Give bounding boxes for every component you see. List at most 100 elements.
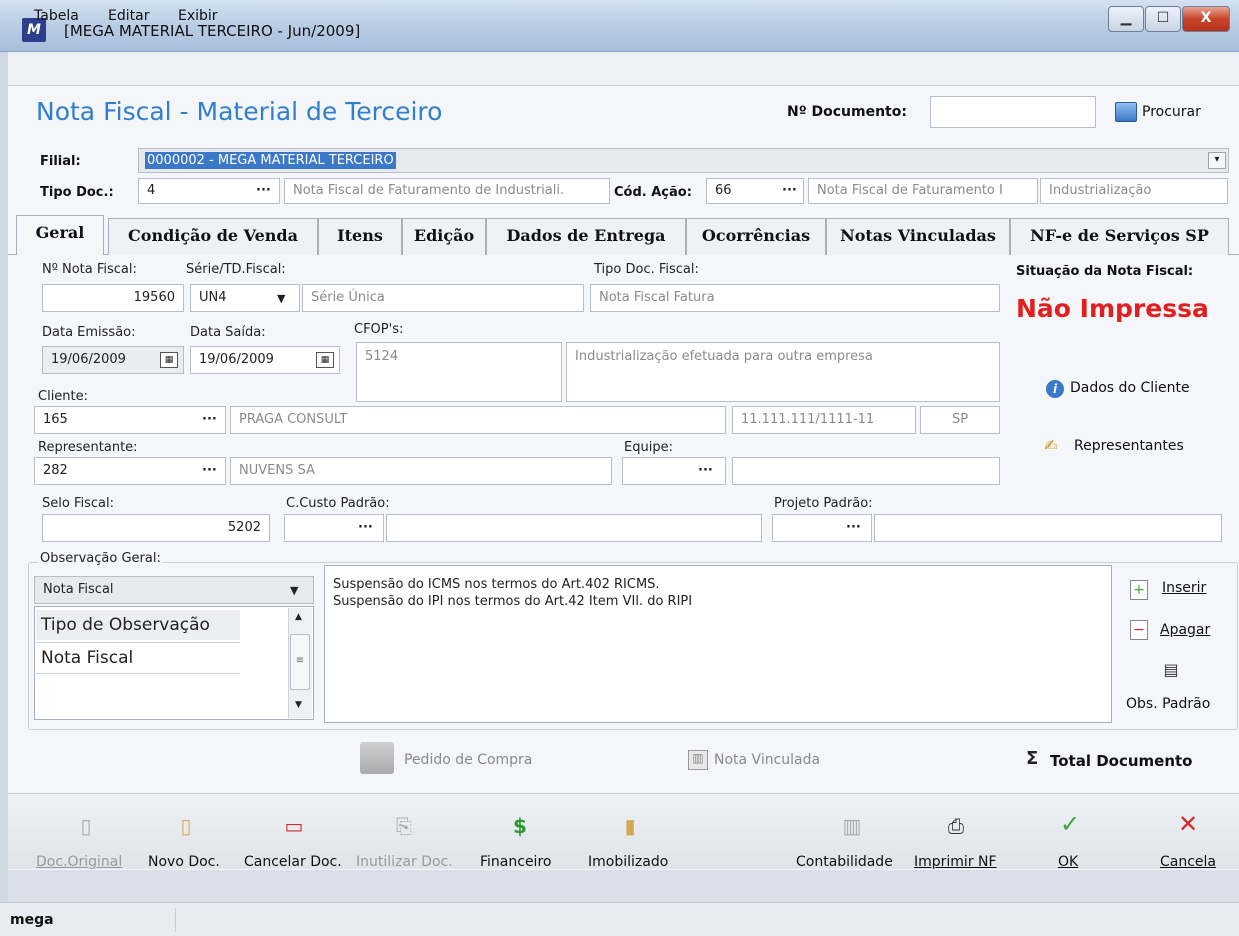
- observacao-label: Observação Geral:: [38, 551, 163, 566]
- tipo-doc-fiscal-label: Tipo Doc. Fiscal:: [594, 262, 699, 277]
- observacao-list-header: Tipo de Observação: [36, 610, 240, 640]
- data-saida-label: Data Saída:: [190, 325, 266, 340]
- selo-fiscal-input[interactable]: 5202: [42, 514, 270, 542]
- add-icon: +: [1130, 580, 1148, 600]
- tab-itens[interactable]: Itens: [318, 218, 402, 255]
- tipo-doc-fiscal-value: Nota Fiscal Fatura: [590, 284, 1000, 312]
- ok-button[interactable]: OK: [1058, 854, 1078, 870]
- data-emissao-label: Data Emissão:: [42, 325, 136, 340]
- obs-padrao-button[interactable]: Obs. Padrão: [1126, 696, 1210, 712]
- representante-code-input[interactable]: 282: [34, 457, 226, 485]
- representante-lookup-button[interactable]: ···: [202, 463, 217, 478]
- observacao-type-select[interactable]: Nota Fiscal: [34, 576, 314, 604]
- cod-acao-desc2: Industrialização: [1040, 178, 1228, 204]
- tipo-doc-desc: Nota Fiscal de Faturamento de Industrial…: [284, 178, 610, 204]
- doc-number-input[interactable]: [930, 96, 1096, 128]
- dados-cliente-button[interactable]: Dados do Cliente: [1070, 380, 1190, 396]
- observacao-type-value: Nota Fiscal: [43, 582, 114, 597]
- delete-icon: −: [1130, 620, 1148, 640]
- doc-original-icon: ▯: [80, 814, 92, 838]
- menu-exibir[interactable]: Exibir: [178, 8, 218, 24]
- filial-value: 0000002 - MEGA MATERIAL TERCEIRO: [145, 152, 396, 169]
- inutilizar-icon: ⎘: [396, 814, 412, 838]
- tab-notas-vinculadas[interactable]: Notas Vinculadas: [826, 218, 1010, 255]
- inutilizar-doc-button[interactable]: Inutilizar Doc.: [356, 854, 453, 870]
- calendar-icon[interactable]: ▦: [316, 352, 334, 368]
- menu-editar[interactable]: Editar: [108, 8, 149, 24]
- ccusto-lookup-button[interactable]: ···: [358, 520, 373, 535]
- cliente-lookup-button[interactable]: ···: [202, 412, 217, 427]
- observacao-text[interactable]: Suspensão do ICMS nos termos do Art.402 …: [324, 565, 1112, 723]
- observacao-list-item[interactable]: Nota Fiscal: [36, 642, 240, 674]
- inserir-button[interactable]: Inserir: [1162, 580, 1206, 596]
- tab-nfe-servicos[interactable]: NF-e de Serviços SP: [1010, 218, 1229, 255]
- cod-acao-label: Cód. Ação:: [614, 185, 692, 200]
- situacao-status: Não Impressa: [1016, 294, 1209, 323]
- total-documento-button[interactable]: Total Documento: [1050, 752, 1193, 770]
- serie-dropdown-icon[interactable]: ▼: [277, 292, 285, 305]
- filial-select[interactable]: 0000002 - MEGA MATERIAL TERCEIRO: [138, 148, 1229, 173]
- calendar-icon[interactable]: ▦: [160, 352, 178, 368]
- minimize-button[interactable]: ▁: [1108, 6, 1144, 32]
- situacao-label: Situação da Nota Fiscal:: [1016, 264, 1194, 279]
- equipe-lookup-button[interactable]: ···: [698, 463, 713, 478]
- doc-original-button[interactable]: Doc.Original: [36, 854, 122, 870]
- cliente-uf: SP: [920, 406, 1000, 434]
- dollar-icon: $: [513, 814, 527, 838]
- cancelar-doc-button[interactable]: Cancelar Doc.: [244, 854, 342, 870]
- search-icon[interactable]: [1115, 102, 1137, 122]
- observacao-dropdown-icon[interactable]: ▼: [290, 584, 298, 597]
- x-icon: ✕: [1177, 810, 1199, 838]
- lock-icon: ▮: [624, 814, 636, 838]
- serie-desc: Série Única: [302, 284, 584, 312]
- scroll-down-icon[interactable]: ▼: [295, 700, 302, 710]
- cfop-desc: Industrialização efetuada para outra emp…: [566, 342, 1000, 402]
- nota-vinculada-button[interactable]: Nota Vinculada: [714, 752, 820, 768]
- window-left-border: [0, 52, 8, 902]
- tab-ocorrencias[interactable]: Ocorrências: [686, 218, 826, 255]
- menu-tabela[interactable]: Tabela: [34, 8, 79, 24]
- cancel-doc-icon: ▭: [284, 814, 304, 838]
- status-bar: [0, 902, 1239, 936]
- apagar-button[interactable]: Apagar: [1160, 622, 1210, 638]
- cancela-button[interactable]: Cancela: [1160, 854, 1216, 870]
- representantes-button[interactable]: Representantes: [1074, 438, 1184, 454]
- filial-label: Filial:: [40, 154, 81, 169]
- projeto-desc: [874, 514, 1222, 542]
- ccusto-label: C.Custo Padrão:: [286, 496, 390, 511]
- representante-name: NUVENS SA: [230, 457, 612, 485]
- imobilizado-button[interactable]: Imobilizado: [588, 854, 668, 870]
- window-title: [MEGA MATERIAL TERCEIRO - Jun/2009]: [64, 22, 361, 40]
- nota-fiscal-input[interactable]: 19560: [42, 284, 184, 312]
- search-button[interactable]: Procurar: [1142, 104, 1201, 120]
- novo-doc-button[interactable]: Novo Doc.: [148, 854, 220, 870]
- maximize-button[interactable]: ☐: [1145, 6, 1181, 32]
- pedido-compra-button[interactable]: Pedido de Compra: [404, 752, 532, 768]
- tab-condicao-venda[interactable]: Condição de Venda: [108, 218, 318, 255]
- tab-edicao[interactable]: Edição: [402, 218, 486, 255]
- cliente-code-input[interactable]: 165: [34, 406, 226, 434]
- tab-dados-entrega[interactable]: Dados de Entrega: [486, 218, 686, 255]
- status-user: mega: [10, 912, 54, 928]
- cfop-label: CFOP's:: [354, 322, 404, 337]
- obs-padrao-icon: ▤: [1163, 660, 1179, 679]
- projeto-lookup-button[interactable]: ···: [846, 520, 861, 535]
- scroll-thumb[interactable]: ≡: [290, 634, 310, 690]
- document-icon: ▥: [688, 750, 708, 770]
- selo-fiscal-label: Selo Fiscal:: [42, 496, 114, 511]
- tipo-doc-lookup-button[interactable]: ···: [256, 183, 271, 198]
- sigma-icon: Σ: [1026, 748, 1039, 769]
- scroll-up-icon[interactable]: ▲: [295, 612, 302, 622]
- contabilidade-button[interactable]: Contabilidade: [796, 854, 893, 870]
- projeto-label: Projeto Padrão:: [774, 496, 873, 511]
- imprimir-nf-button[interactable]: Imprimir NF: [914, 854, 997, 870]
- close-button[interactable]: X: [1182, 6, 1230, 32]
- menu-bar: [0, 52, 1239, 86]
- tab-geral[interactable]: Geral: [16, 215, 104, 255]
- financeiro-button[interactable]: Financeiro: [480, 854, 551, 870]
- tipo-doc-label: Tipo Doc.:: [40, 185, 114, 200]
- serie-value: UN4: [199, 290, 227, 305]
- cod-acao-lookup-button[interactable]: ···: [782, 183, 797, 198]
- representantes-icon: ✍: [1044, 436, 1058, 455]
- filial-dropdown-icon[interactable]: ▾: [1208, 152, 1226, 169]
